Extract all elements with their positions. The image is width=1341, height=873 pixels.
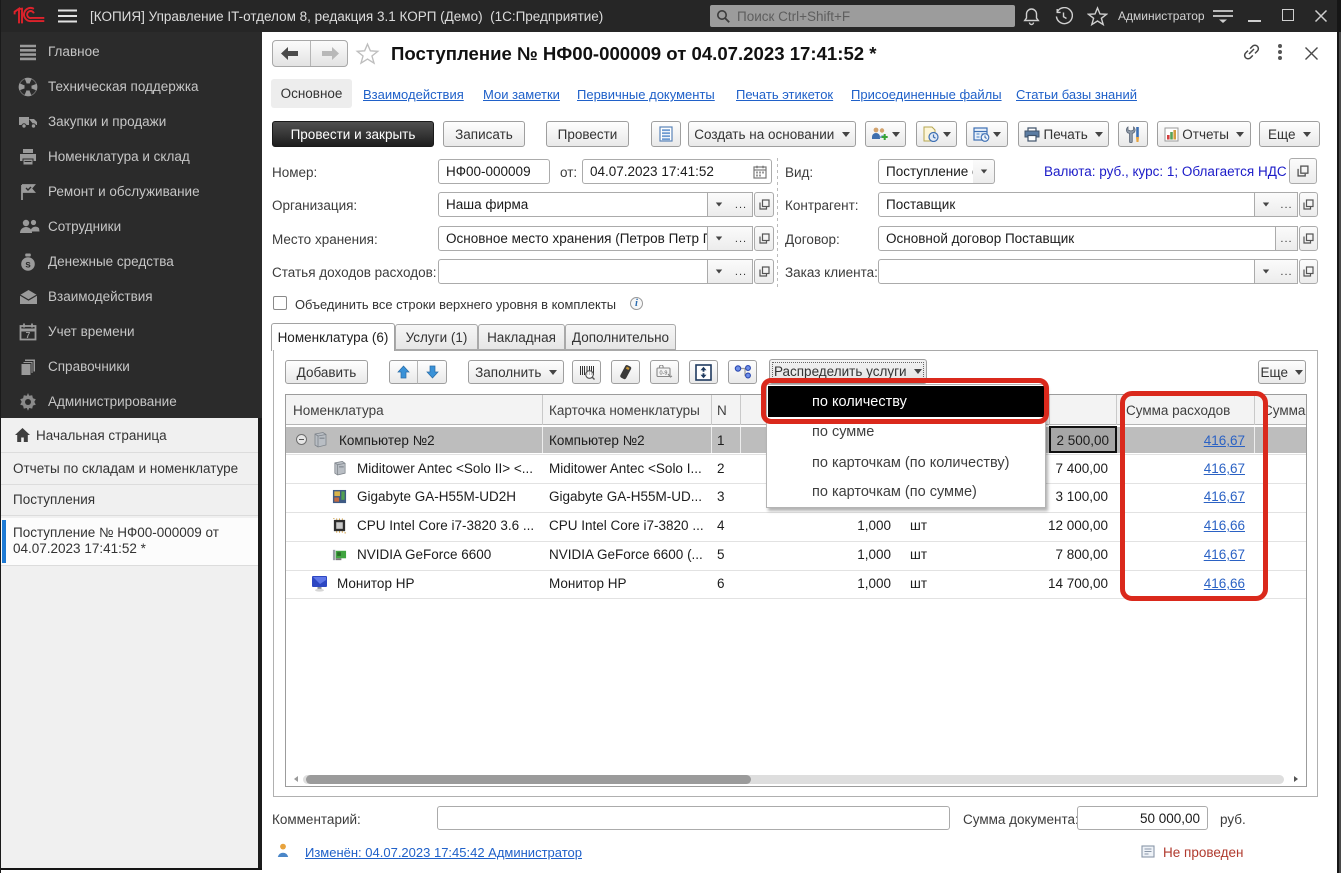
svg-text:0-9: 0-9 (660, 370, 668, 376)
svg-text:s: s (25, 259, 31, 270)
svg-text:7: 7 (26, 330, 31, 340)
